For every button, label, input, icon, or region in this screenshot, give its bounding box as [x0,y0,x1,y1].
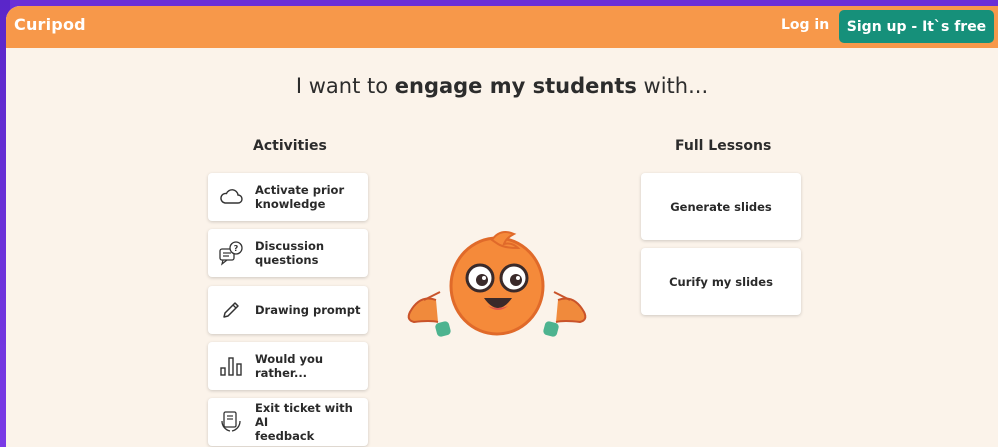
drawing-prompt-card[interactable]: Drawing prompt [208,286,368,334]
activities-title: Activities [253,138,327,154]
curipod-logo[interactable]: Curipod [14,15,86,34]
card-label: Discussion questions [255,239,325,267]
would-you-rather-card[interactable]: Would you rather... [208,342,368,390]
signup-button[interactable]: Sign up - It`s free [839,10,994,43]
exit-ticket-card[interactable]: Exit ticket with AI feedback [208,398,368,446]
card-label: Activate prior knowledge [255,183,345,211]
top-header: Curipod Log in Sign up - It`s free [6,6,998,48]
card-label: Drawing prompt [255,303,361,317]
card-label: Exit ticket with AI feedback [255,401,353,443]
exit-ticket-icon [221,411,241,432]
page-frame: Curipod Log in Sign up - It`s free I wan… [6,6,998,447]
discussion-questions-card[interactable]: ? Discussion questions [208,229,368,277]
discussion-icon: ? [219,241,243,266]
svg-text:?: ? [234,244,239,253]
curipod-mascot [407,231,587,337]
cloud-icon [220,189,243,204]
bar-chart-icon [220,357,242,376]
card-label: Would you rather... [255,352,324,380]
full-lessons-title: Full Lessons [675,138,772,154]
curify-my-slides-card[interactable]: Curify my slides [641,248,801,315]
generate-slides-card[interactable]: Generate slides [641,173,801,240]
page-headline: I want to engage my students with... [295,74,709,98]
login-link[interactable]: Log in [781,17,829,33]
pencil-icon [223,302,239,318]
activate-prior-knowledge-card[interactable]: Activate prior knowledge [208,173,368,221]
